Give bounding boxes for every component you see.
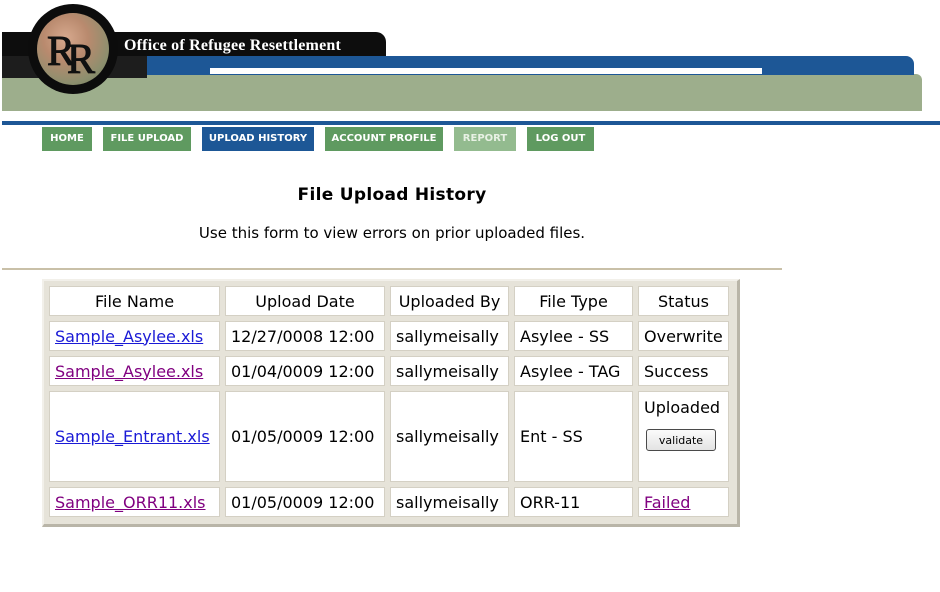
table-row: Sample_Asylee.xls 01/04/0009 12:00 sally…: [49, 356, 729, 386]
column-header-file-type: File Type: [514, 286, 633, 316]
column-header-upload-date: Upload Date: [225, 286, 385, 316]
uploaded-by-cell: sallymeisally: [390, 487, 509, 517]
file-name-cell: Sample_Entrant.xls: [49, 391, 220, 482]
upload-date-cell: 12/27/0008 12:00: [225, 321, 385, 351]
file-name-cell: Sample_Asylee.xls: [49, 356, 220, 386]
table-header-row: File Name Upload Date Uploaded By File T…: [49, 286, 729, 316]
status-cell: Overwrite: [638, 321, 729, 351]
nav-log-out[interactable]: LOG OUT: [527, 127, 594, 151]
status-cell: Uploaded validate: [638, 391, 729, 482]
upload-date-cell: 01/05/0009 12:00: [225, 487, 385, 517]
file-link[interactable]: Sample_Entrant.xls: [55, 427, 210, 446]
status-cell: Failed: [638, 487, 729, 517]
failed-status-link[interactable]: Failed: [644, 493, 690, 512]
file-type-cell: ORR-11: [514, 487, 633, 517]
content-divider: [2, 268, 782, 270]
table-row: Sample_Asylee.xls 12/27/0008 12:00 sally…: [49, 321, 729, 351]
column-header-uploaded-by: Uploaded By: [390, 286, 509, 316]
upload-history-table: File Name Upload Date Uploaded By File T…: [44, 281, 734, 522]
nav-upload-history[interactable]: UPLOAD HISTORY: [202, 127, 314, 151]
status-cell: Success: [638, 356, 729, 386]
column-header-status: Status: [638, 286, 729, 316]
site-title: Office of Refugee Resettlement: [124, 37, 342, 54]
nav-home[interactable]: HOME: [42, 127, 92, 151]
column-header-file-name: File Name: [49, 286, 220, 316]
table-row: Sample_Entrant.xls 01/05/0009 12:00 sall…: [49, 391, 729, 482]
orr-logo-icon[interactable]: R R: [28, 4, 118, 94]
nav-file-upload[interactable]: FILE UPLOAD: [103, 127, 191, 151]
header-divider: [2, 121, 940, 125]
nav-account-profile[interactable]: ACCOUNT PROFILE: [325, 127, 443, 151]
logo-monogram-icon: R R: [47, 29, 96, 84]
file-name-cell: Sample_Asylee.xls: [49, 321, 220, 351]
file-link[interactable]: Sample_ORR11.xls: [55, 493, 206, 512]
site-banner: Office of Refugee Resettlement R R: [0, 0, 940, 120]
upload-date-cell: 01/05/0009 12:00: [225, 391, 385, 482]
validate-button[interactable]: validate: [646, 429, 716, 451]
file-type-cell: Asylee - TAG: [514, 356, 633, 386]
uploaded-by-cell: sallymeisally: [390, 321, 509, 351]
nav-report: REPORT: [454, 127, 516, 151]
page-title: File Upload History: [297, 185, 487, 205]
file-link[interactable]: Sample_Asylee.xls: [55, 327, 203, 346]
banner-green-bar: [2, 74, 922, 111]
uploaded-by-cell: sallymeisally: [390, 356, 509, 386]
file-name-cell: Sample_ORR11.xls: [49, 487, 220, 517]
file-link[interactable]: Sample_Asylee.xls: [55, 362, 203, 381]
page-subtitle: Use this form to view errors on prior up…: [198, 224, 586, 242]
upload-history-panel: File Name Upload Date Uploaded By File T…: [42, 279, 740, 527]
banner-white-stripe: [210, 68, 762, 74]
uploaded-by-cell: sallymeisally: [390, 391, 509, 482]
table-row: Sample_ORR11.xls 01/05/0009 12:00 sallym…: [49, 487, 729, 517]
file-type-cell: Ent - SS: [514, 391, 633, 482]
upload-date-cell: 01/04/0009 12:00: [225, 356, 385, 386]
svg-text:R: R: [67, 37, 95, 83]
file-type-cell: Asylee - SS: [514, 321, 633, 351]
status-text: Uploaded: [644, 398, 721, 417]
